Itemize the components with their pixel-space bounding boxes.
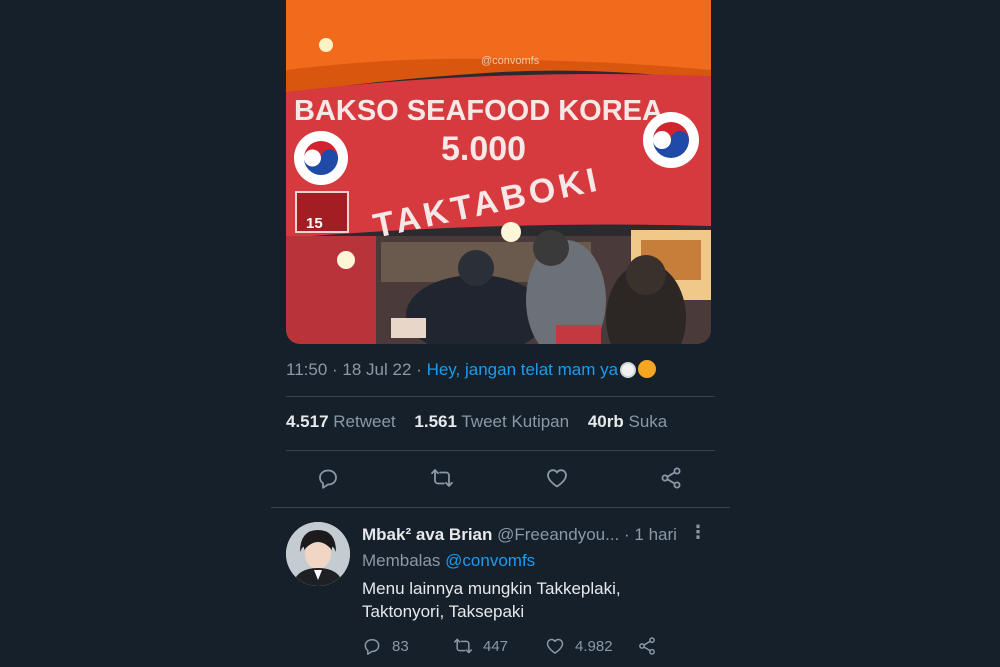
likes-label[interactable]: Suka <box>629 412 668 431</box>
flag-right-icon <box>643 112 699 168</box>
tweet-time[interactable]: 11:50 <box>286 360 327 379</box>
meta-separator: · <box>332 360 338 379</box>
banner-title: BAKSO SEAFOOD KOREA <box>294 95 663 127</box>
replying-to: Membalas @convomfs <box>362 551 535 571</box>
banner-price: 5.000 <box>441 130 526 168</box>
tweet-date[interactable]: 18 Jul 22 <box>342 360 411 379</box>
reply-text: Menu lainnya mungkin Takkeplaki, Taktony… <box>362 577 702 623</box>
reply-time[interactable]: · 1 hari <box>624 525 677 544</box>
tweet-action-bar <box>286 460 715 500</box>
more-options-icon[interactable]: ⋮ <box>689 522 707 543</box>
avatar[interactable] <box>286 522 350 586</box>
tweet-stats: 4.517 Retweet 1.561 Tweet Kutipan 40rb S… <box>286 412 681 432</box>
reply-author-name[interactable]: Mbak² ava Brian <box>362 525 492 544</box>
retweet-button[interactable] <box>424 460 460 496</box>
reply-reply-button[interactable]: 83 <box>362 636 409 656</box>
reply-icon <box>364 639 380 655</box>
stall-photo-illustration: BAKSO SEAFOOD KOREA 5.000 TAKTABOKI @con… <box>286 0 711 344</box>
flag-left-icon <box>294 131 348 185</box>
tweet-detail-column: BAKSO SEAFOOD KOREA 5.000 TAKTABOKI @con… <box>271 0 730 667</box>
reply-text-line: Menu lainnya mungkin Takkeplaki, <box>362 579 621 598</box>
reply-author-handle[interactable]: @Freeandyou... <box>497 525 619 544</box>
share-icon <box>661 467 681 489</box>
retweet-icon <box>431 469 453 487</box>
tweet-photo[interactable]: BAKSO SEAFOOD KOREA 5.000 TAKTABOKI @con… <box>286 0 711 344</box>
share-icon <box>639 637 655 655</box>
reply-like-button[interactable]: 4.982 <box>545 636 613 656</box>
retweet-icon <box>453 638 473 654</box>
photo-watermark: @convomfs <box>481 55 540 67</box>
reply-share-button[interactable] <box>637 636 657 656</box>
stall-number: 15 <box>306 215 323 232</box>
reply-text-line: Taktonyori, Taksepaki <box>362 602 525 621</box>
reply-reply-count: 83 <box>392 637 409 655</box>
replying-mention[interactable]: @convomfs <box>445 551 535 570</box>
quotes-label[interactable]: Tweet Kutipan <box>461 412 569 431</box>
likes-count[interactable]: 40rb <box>588 412 624 431</box>
retweets-label[interactable]: Retweet <box>333 412 395 431</box>
tweet-timestamp-line: 11:50 · 18 Jul 22 · Hey, jangan telat ma… <box>286 360 657 380</box>
reply-like-count: 4.982 <box>575 637 613 655</box>
reply-button[interactable] <box>310 460 346 496</box>
like-icon <box>547 469 567 488</box>
reply-header: Mbak² ava Brian @Freeandyou... · 1 hari <box>362 525 677 545</box>
quotes-count[interactable]: 1.561 <box>414 412 457 431</box>
divider <box>286 396 715 397</box>
replying-label: Membalas <box>362 551 441 570</box>
divider <box>271 507 730 508</box>
like-button[interactable] <box>539 460 575 496</box>
share-button[interactable] <box>653 460 689 496</box>
reply-retweet-count: 447 <box>483 637 509 655</box>
divider <box>286 450 715 451</box>
retweets-count[interactable]: 4.517 <box>286 412 329 431</box>
angry-face-icon <box>638 360 657 378</box>
plate-icon <box>620 362 637 378</box>
reply-tweet[interactable]: Mbak² ava Brian @Freeandyou... · 1 hari … <box>286 522 715 667</box>
reply-icon <box>319 469 337 489</box>
meta-separator: · <box>416 360 422 379</box>
like-icon <box>546 638 564 654</box>
tweet-source[interactable]: Hey, jangan telat mam ya <box>427 360 619 379</box>
reply-retweet-button[interactable]: 447 <box>453 636 508 656</box>
avatar-image <box>286 522 350 586</box>
